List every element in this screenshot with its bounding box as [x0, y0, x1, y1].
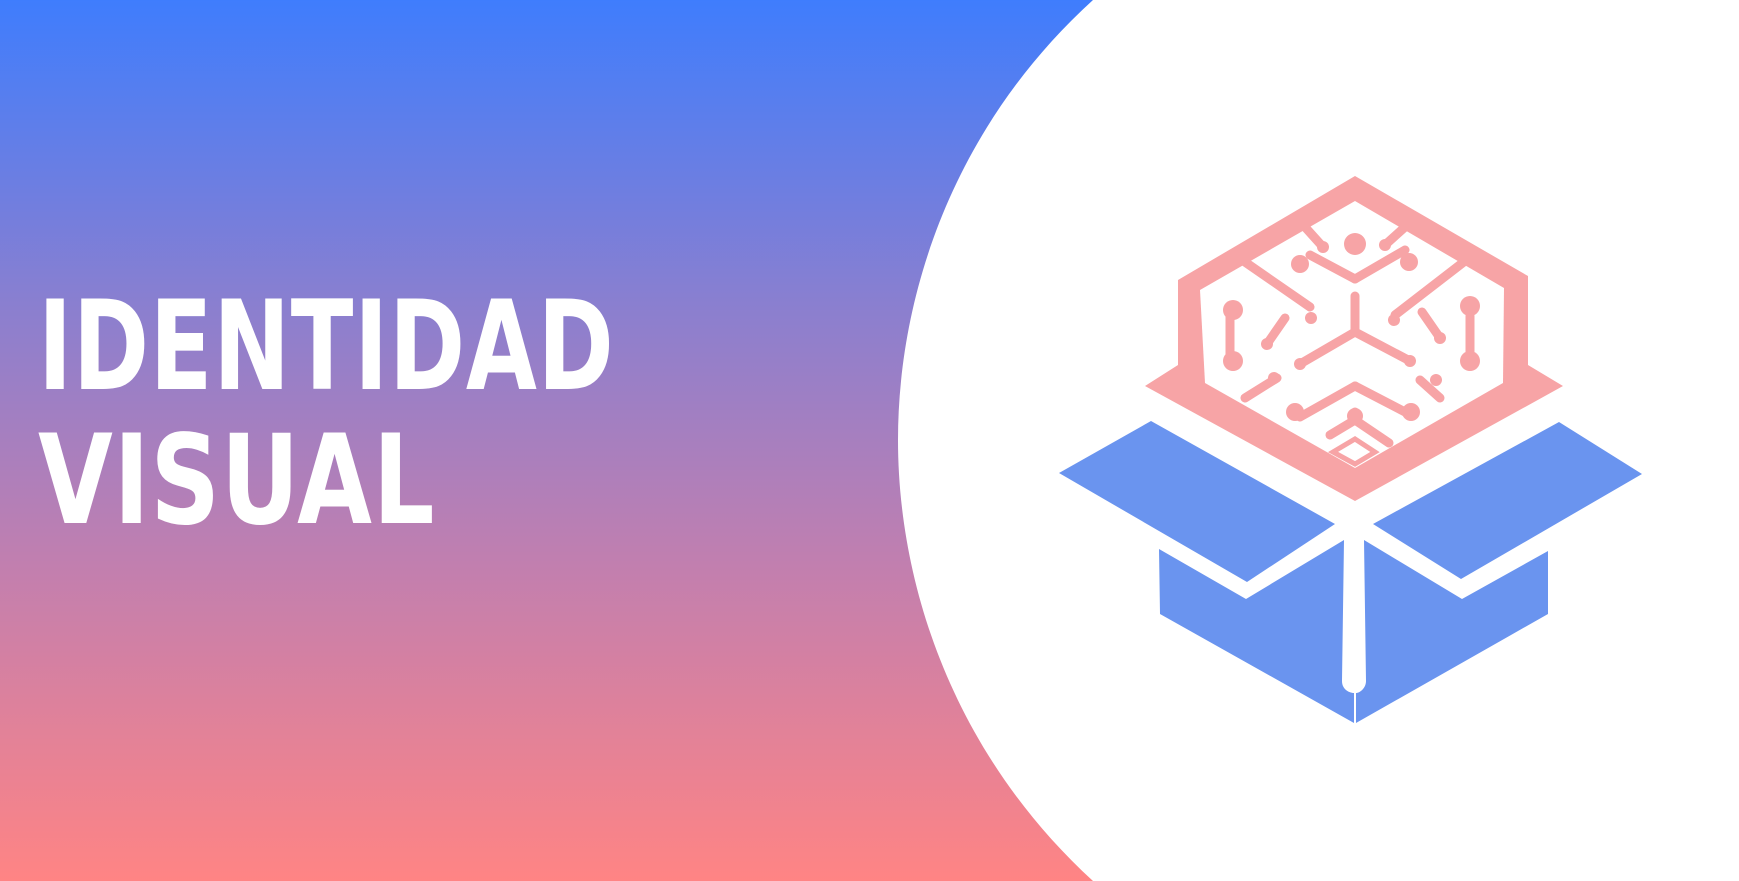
title-line-1: IDENTIDAD — [38, 275, 615, 419]
box-with-circuit-chip-icon — [1059, 176, 1642, 723]
banner: IDENTIDAD VISUAL — [0, 0, 1739, 881]
banner-title: IDENTIDAD VISUAL — [38, 280, 817, 548]
title-line-2: VISUAL — [38, 409, 436, 553]
circuit-chip-icon — [1145, 176, 1563, 501]
